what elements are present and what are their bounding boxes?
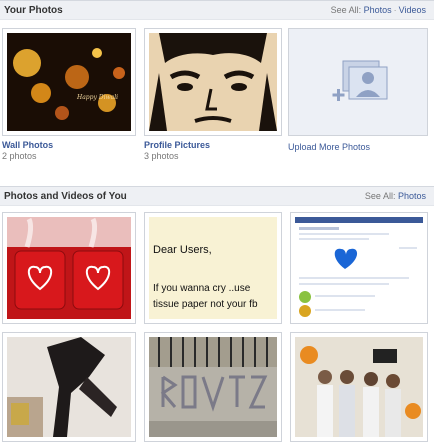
note-image: Dear Users, If you wanna cry ..use tissu… bbox=[149, 217, 277, 319]
your-photos-header: Your Photos See All: Photos · Videos bbox=[0, 0, 434, 20]
group-image bbox=[295, 337, 423, 437]
wall-photos-image: Happy Diwali bbox=[7, 33, 131, 131]
upload-photos-icon bbox=[332, 60, 388, 101]
photos-of-you-header: Photos and Videos of You See All: Photos bbox=[0, 186, 434, 206]
photo-thumbnail-dancer[interactable] bbox=[2, 332, 136, 442]
happy-diwali-text: Happy Diwali bbox=[76, 94, 118, 101]
note-line-2: If you wanna cry ..use bbox=[153, 283, 251, 294]
photos-of-you-see-all: See All: Photos bbox=[365, 191, 426, 201]
note-line-1: Dear Users, bbox=[153, 244, 212, 256]
profile-pictures-count: 3 photos bbox=[144, 151, 179, 161]
profile-pictures-link[interactable]: Profile Pictures bbox=[144, 140, 210, 150]
photo-thumbnail-group[interactable] bbox=[290, 332, 428, 442]
wall-photos-link[interactable]: Wall Photos bbox=[2, 140, 53, 150]
upload-more-photos-tile[interactable] bbox=[288, 28, 428, 136]
wall-photos-count: 2 photos bbox=[2, 151, 37, 161]
photos-of-you-title: Photos and Videos of You bbox=[4, 191, 127, 202]
dancer-image bbox=[7, 337, 131, 437]
your-photos-title: Your Photos bbox=[4, 5, 63, 16]
photo-thumbnail-mugs[interactable] bbox=[2, 212, 136, 324]
photo-thumbnail-graffiti[interactable] bbox=[144, 332, 282, 442]
see-all-label: See All: bbox=[330, 5, 362, 15]
photo-thumbnail-screenshot[interactable] bbox=[290, 212, 428, 324]
note-line-3: tissue paper not your fb bbox=[153, 299, 258, 310]
see-all-label: See All: bbox=[364, 191, 396, 201]
see-all-photos-link[interactable]: Photos bbox=[364, 5, 392, 15]
see-all-videos-link[interactable]: Videos bbox=[399, 5, 426, 15]
mugs-image bbox=[7, 217, 131, 319]
album-wall-photos-thumbnail[interactable]: Happy Diwali bbox=[2, 28, 136, 136]
wall-photos-caption: Wall Photos 2 photos bbox=[2, 140, 53, 161]
profile-pictures-image bbox=[149, 33, 277, 131]
photo-thumbnail-note[interactable]: Dear Users, If you wanna cry ..use tissu… bbox=[144, 212, 282, 324]
see-all-separator: · bbox=[393, 5, 397, 15]
screenshot-image bbox=[295, 217, 423, 319]
see-all-photos-of-you-link[interactable]: Photos bbox=[398, 191, 426, 201]
profile-pictures-caption: Profile Pictures 3 photos bbox=[144, 140, 210, 161]
your-photos-see-all: See All: Photos · Videos bbox=[331, 5, 426, 15]
upload-more-photos-link[interactable]: Upload More Photos bbox=[288, 142, 370, 152]
graffiti-image bbox=[149, 337, 277, 437]
album-profile-pictures-thumbnail[interactable] bbox=[144, 28, 282, 136]
